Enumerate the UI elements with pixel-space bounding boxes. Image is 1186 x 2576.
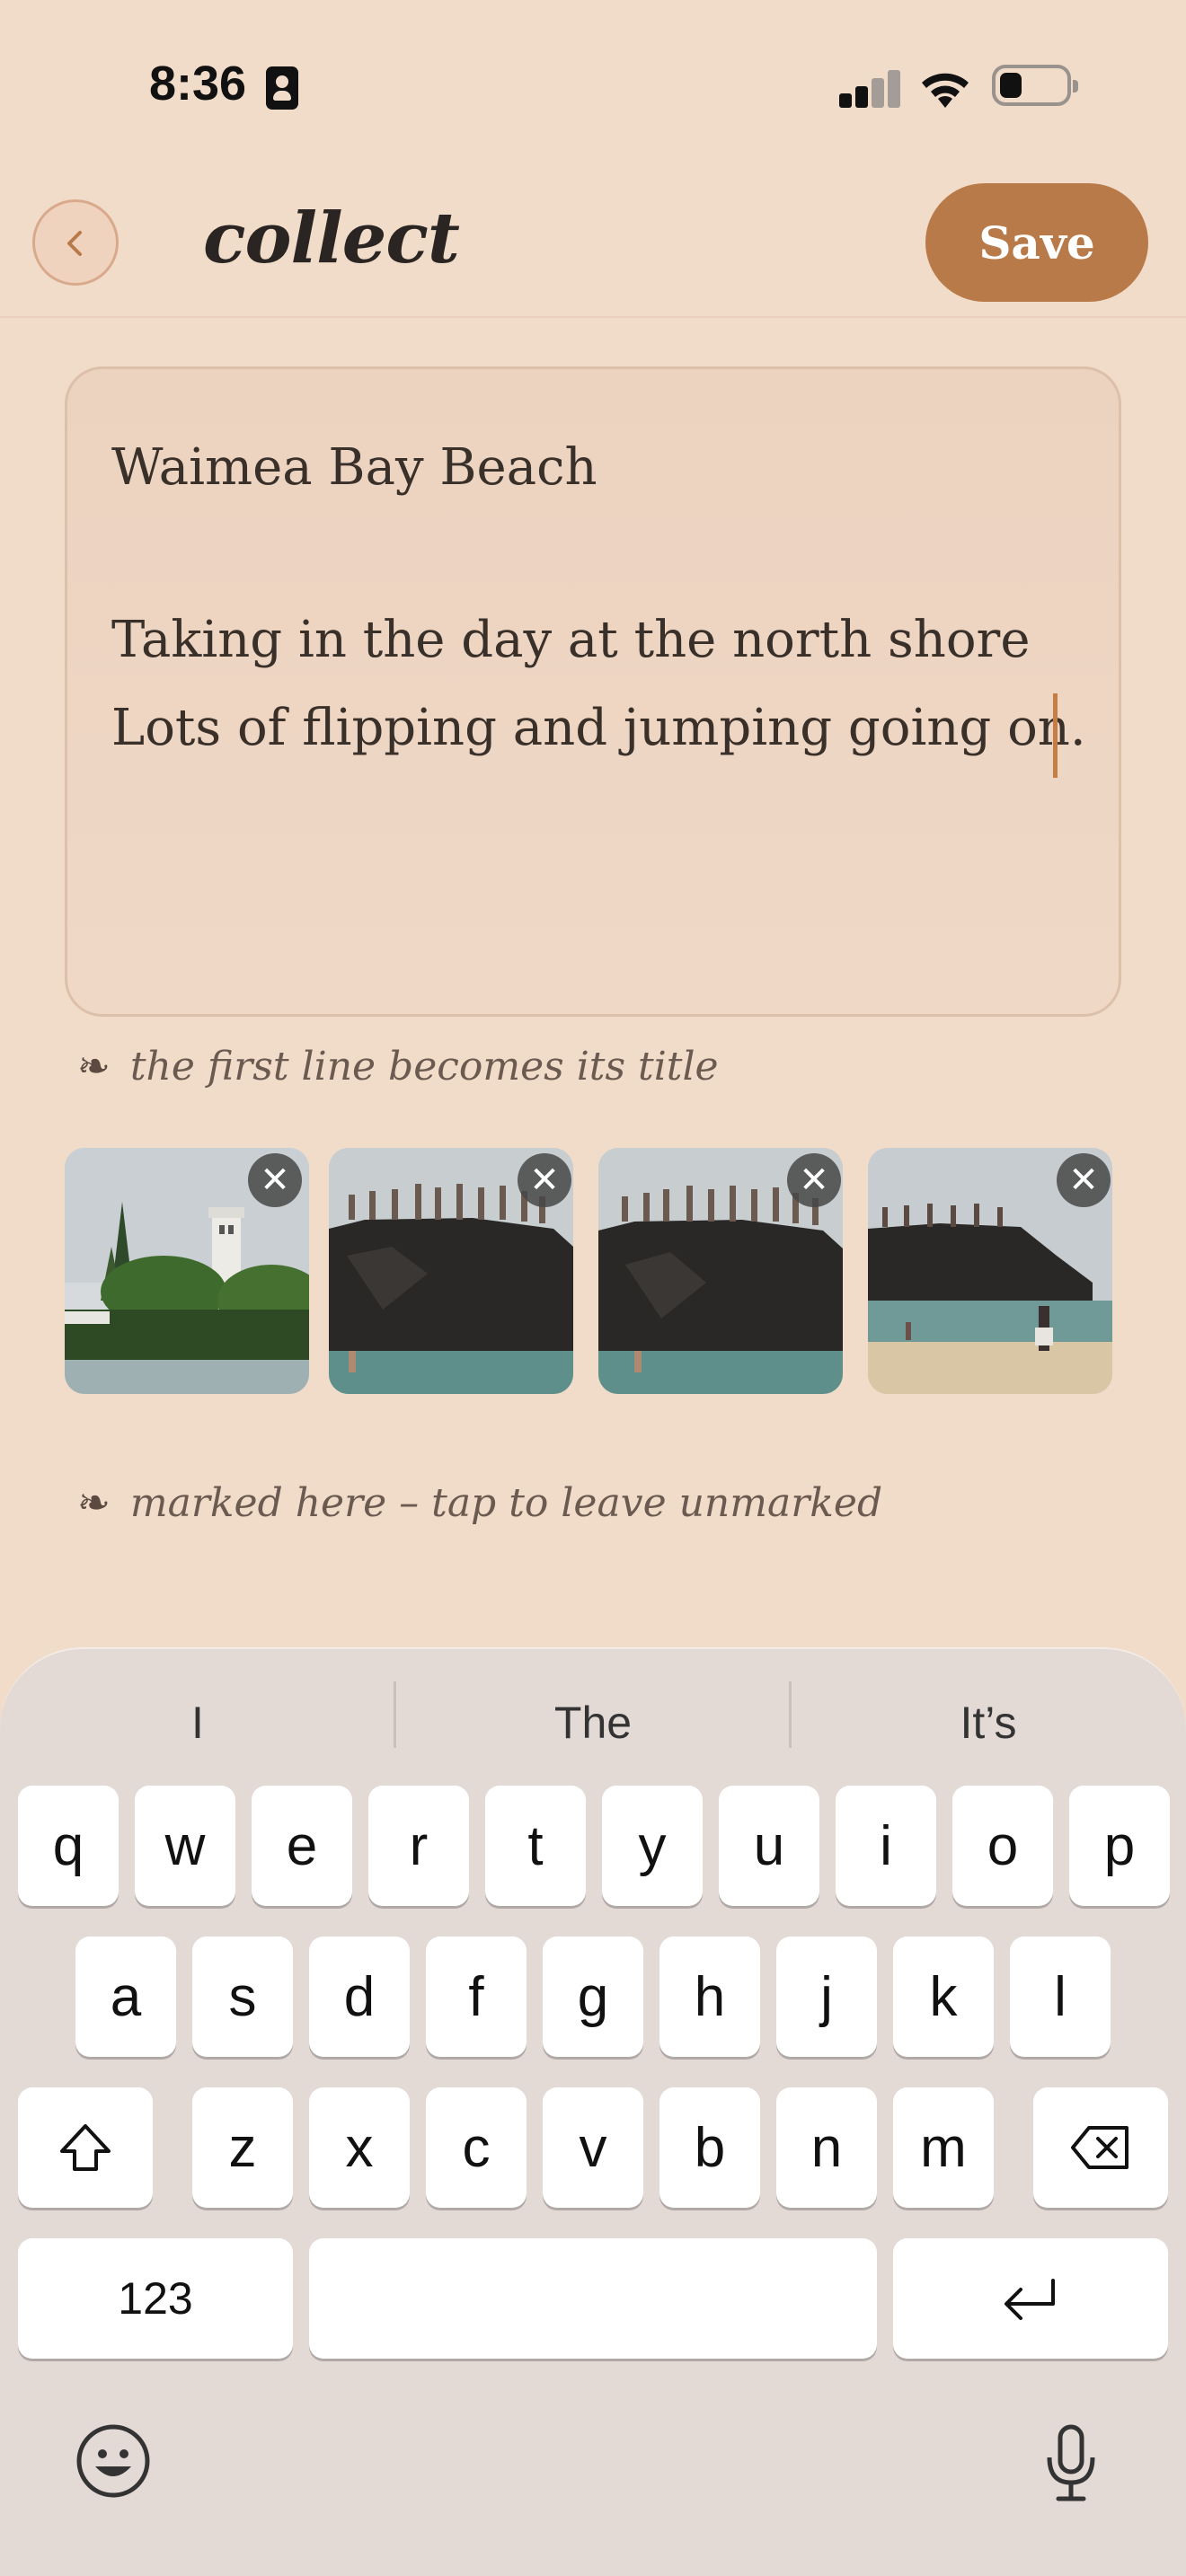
remove-photo-button[interactable]: ✕ xyxy=(248,1153,302,1207)
wifi-icon xyxy=(916,65,974,110)
battery-icon xyxy=(992,65,1078,106)
key[interactable]: f xyxy=(426,1936,527,2057)
note-title-line: Waimea Bay Beach xyxy=(111,438,597,497)
key[interactable]: j xyxy=(776,1936,877,2057)
key[interactable]: n xyxy=(776,2087,877,2208)
key[interactable]: g xyxy=(543,1936,643,2057)
key[interactable]: v xyxy=(543,2087,643,2208)
key[interactable]: b xyxy=(659,2087,760,2208)
fleuron-icon: ❧ xyxy=(77,1044,111,1090)
key[interactable]: e xyxy=(252,1786,352,1906)
key[interactable]: x xyxy=(309,2087,410,2208)
key[interactable]: k xyxy=(893,1936,994,2057)
key[interactable]: q xyxy=(18,1786,119,1906)
key[interactable]: p xyxy=(1069,1786,1170,1906)
key[interactable]: y xyxy=(602,1786,703,1906)
save-button[interactable]: Save xyxy=(925,183,1148,302)
shift-key[interactable] xyxy=(18,2087,153,2208)
page-title: collect xyxy=(203,198,460,279)
title-hint-text: the first line becomes its title xyxy=(129,1044,719,1090)
header-divider xyxy=(0,316,1186,318)
key[interactable]: h xyxy=(659,1936,760,2057)
key[interactable]: z xyxy=(192,2087,293,2208)
key[interactable]: a xyxy=(75,1936,176,2057)
key[interactable]: c xyxy=(426,2087,527,2208)
note-body-line: Lots of flipping and jumping going on. xyxy=(111,699,1086,757)
emoji-button[interactable] xyxy=(75,2423,151,2502)
note-body-line: Taking in the day at the north shore xyxy=(111,611,1031,669)
emoji-icon xyxy=(76,2424,150,2498)
key[interactable]: l xyxy=(1010,1936,1111,2057)
location-hint-button[interactable]: ❧ marked here – tap to leave unmarked xyxy=(77,1480,882,1526)
suggestion-item[interactable]: It’s xyxy=(791,1681,1186,1764)
shift-icon xyxy=(60,2124,111,2171)
text-cursor xyxy=(1053,693,1058,778)
microphone-icon xyxy=(1047,2424,1095,2501)
key[interactable]: s xyxy=(192,1936,293,2057)
key[interactable]: i xyxy=(836,1786,936,1906)
space-key[interactable] xyxy=(309,2238,877,2359)
cellular-signal-icon xyxy=(839,70,902,108)
remove-photo-button[interactable]: ✕ xyxy=(787,1153,841,1207)
key[interactable]: m xyxy=(893,2087,994,2208)
key[interactable]: t xyxy=(485,1786,586,1906)
return-key[interactable] xyxy=(893,2238,1168,2359)
status-time: 8:36 xyxy=(149,57,247,110)
microphone-button[interactable] xyxy=(1042,2423,1100,2506)
contact-card-icon xyxy=(266,66,298,110)
fleuron-icon: ❧ xyxy=(77,1480,111,1526)
key[interactable]: u xyxy=(719,1786,819,1906)
key[interactable]: r xyxy=(368,1786,469,1906)
key[interactable]: w xyxy=(135,1786,235,1906)
numbers-key[interactable]: 123 xyxy=(18,2238,293,2359)
title-hint: ❧ the first line becomes its title xyxy=(77,1044,719,1090)
return-icon xyxy=(1005,2279,1055,2320)
key[interactable]: o xyxy=(952,1786,1053,1906)
suggestion-item[interactable]: I xyxy=(0,1681,395,1764)
chevron-left-icon xyxy=(67,231,82,256)
location-hint-text: marked here – tap to leave unmarked xyxy=(129,1480,883,1526)
back-button[interactable] xyxy=(32,199,119,286)
suggestion-item[interactable]: The xyxy=(395,1681,791,1764)
delete-icon xyxy=(1071,2126,1128,2169)
remove-photo-button[interactable]: ✕ xyxy=(1057,1153,1111,1207)
delete-key[interactable] xyxy=(1033,2087,1168,2208)
remove-photo-button[interactable]: ✕ xyxy=(518,1153,571,1207)
key[interactable]: d xyxy=(309,1936,410,2057)
